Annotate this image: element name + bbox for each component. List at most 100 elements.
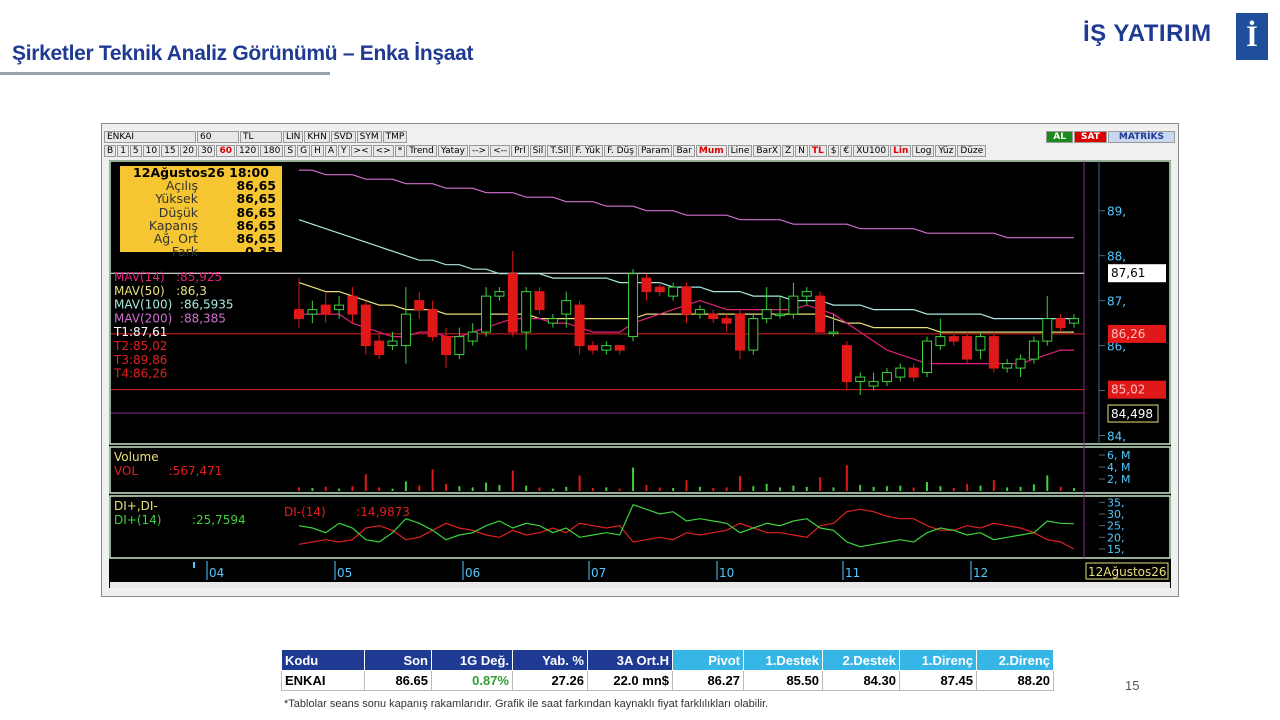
di-plus-line xyxy=(298,503,1075,548)
toolbar2-btn-20[interactable]: --> xyxy=(469,145,490,157)
toolbar-btn-7[interactable]: TMP xyxy=(382,131,408,143)
toolbar-btn-1[interactable]: 60 xyxy=(197,131,239,143)
page-number: 15 xyxy=(1125,678,1140,693)
legend-t2: T2:85,02 xyxy=(113,339,167,353)
time-label: 05 xyxy=(337,566,352,580)
toolbar2-btn-36[interactable]: € xyxy=(840,145,853,157)
ohlc-info-box: 12Ağustos26 18:00 Açılış 86,65 Yüksek 86,65… xyxy=(120,166,282,258)
toolbar2-btn-37[interactable]: XU100 xyxy=(853,145,890,157)
toolbar2-btn-4[interactable]: 15 xyxy=(161,145,179,157)
toolbar2-btn-23[interactable]: Sil xyxy=(529,145,547,157)
toolbar2-btn-6[interactable]: 30 xyxy=(198,145,216,157)
al-button[interactable]: AL xyxy=(1046,131,1073,143)
table-header: Yab. % xyxy=(512,649,588,671)
table-header: 3A Ort.H xyxy=(587,649,673,671)
toolbar2-btn-21[interactable]: <-- xyxy=(490,145,511,157)
matriks-chart-window: ENKAI 60 TL LIN KHN SVD SYM TMP AL SAT MATRİKS B15… xyxy=(101,123,1179,597)
toolbar2-btn-3[interactable]: 10 xyxy=(142,145,161,157)
toolbar2-btn-34[interactable]: TL xyxy=(808,145,827,157)
sat-button[interactable]: SAT xyxy=(1074,131,1107,143)
toolbar2-btn-32[interactable]: Z xyxy=(781,145,795,157)
price-tick-label: 87, xyxy=(1107,295,1126,309)
candle-body xyxy=(1002,363,1013,369)
candle-body xyxy=(494,291,505,297)
time-label: 06 xyxy=(465,566,480,580)
toolbar2-btn-15[interactable]: >< xyxy=(350,145,372,157)
toolbar2-btn-22[interactable]: Prl xyxy=(511,145,529,157)
toolbar2-btn-31[interactable]: BarX xyxy=(753,145,781,157)
mav200-line xyxy=(299,169,1074,239)
toolbar2-btn-14[interactable]: Y xyxy=(338,145,350,157)
toolbar2-btn-16[interactable]: <> xyxy=(372,145,394,157)
toolbar2-btn-0[interactable]: B xyxy=(104,145,117,157)
toolbar2-btn-40[interactable]: Yüz xyxy=(935,145,957,157)
toolbar-btn-3[interactable]: LIN xyxy=(283,131,304,143)
toolbar-btn-2[interactable]: TL xyxy=(240,131,282,143)
toolbar2-btn-17[interactable]: * xyxy=(394,145,406,157)
price-tick-label: 88, xyxy=(1107,250,1126,264)
toolbar2-btn-8[interactable]: 120 xyxy=(236,145,260,157)
toolbar2-btn-30[interactable]: Line xyxy=(727,145,753,157)
toolbar2-btn-19[interactable]: Yatay xyxy=(437,145,469,157)
toolbar-btn-4[interactable]: KHN xyxy=(304,131,330,143)
toolbar2-btn-7[interactable]: 60 xyxy=(216,145,235,157)
toolbar-btn-5[interactable]: SVD xyxy=(330,131,356,143)
candle-body xyxy=(855,376,866,383)
candle-body xyxy=(775,313,786,317)
toolbar2-btn-39[interactable]: Log xyxy=(912,145,935,157)
toolbar-btn-6[interactable]: SYM xyxy=(356,131,382,143)
toolbar2-btn-12[interactable]: H xyxy=(311,145,324,157)
toolbar2-btn-9[interactable]: 180 xyxy=(260,145,284,157)
info-value: 86,65 xyxy=(236,191,276,207)
toolbar2-btn-25[interactable]: F. Yük xyxy=(572,145,604,157)
toolbar-btn-0[interactable]: ENKAI xyxy=(104,131,196,143)
t2-price-tag: 85,02 xyxy=(1111,383,1145,397)
toolbar2-btn-33[interactable]: N xyxy=(795,145,808,157)
di-minus-value: DI-(14) :14,9873 xyxy=(284,505,410,519)
toolbar2-btn-28[interactable]: Bar xyxy=(673,145,695,157)
chart-toolbar-bottom: B 1 5 10 15 20 30 60 120 180 S G H A Y >< <> * Trend Yatay -… xyxy=(104,145,1176,157)
scrollbar-track[interactable] xyxy=(110,582,1170,588)
candle-body xyxy=(601,345,612,351)
toolbar2-btn-10[interactable]: S xyxy=(284,145,297,157)
toolbar2-btn-35[interactable]: $ xyxy=(827,145,840,157)
info-value: 0,35 xyxy=(245,244,276,260)
time-label: 10 xyxy=(719,566,734,580)
table-header: 2.Direnç xyxy=(976,649,1054,671)
toolbar2-btn-1[interactable]: 1 xyxy=(117,145,129,157)
toolbar2-btn-41[interactable]: Düze xyxy=(957,145,987,157)
toolbar2-btn-27[interactable]: Param xyxy=(637,145,673,157)
toolbar2-btn-13[interactable]: A xyxy=(324,145,338,157)
candle-body xyxy=(294,309,304,320)
chart-area[interactable]: 89,88,87,86,85,84,87,6186,2685,0284,498M… xyxy=(109,160,1171,588)
time-label: 04 xyxy=(209,566,224,580)
candle-body xyxy=(481,295,492,333)
toolbar2-btn-26[interactable]: F. Düş xyxy=(604,145,637,157)
candle-body xyxy=(908,367,919,378)
candle-body xyxy=(307,309,318,315)
di-minus-line xyxy=(298,508,1075,550)
table-header: Pivot xyxy=(672,649,744,671)
toolbar2-btn-5[interactable]: 20 xyxy=(179,145,198,157)
low-price-tag: 84,498 xyxy=(1111,407,1153,421)
toolbar2-btn-29[interactable]: Mum xyxy=(695,145,727,157)
toolbar2-btn-11[interactable]: G xyxy=(297,145,311,157)
toolbar2-btn-18[interactable]: Trend xyxy=(406,145,437,157)
toolbar2-btn-24[interactable]: T.Sil xyxy=(547,145,572,157)
toolbar2-btn-38[interactable]: Lin xyxy=(890,145,912,157)
table-cell: 87.45 xyxy=(899,670,977,691)
toolbar2-btn-2[interactable]: 5 xyxy=(129,145,142,157)
legend-t1: T1:87,61 xyxy=(113,325,167,339)
candle-body xyxy=(1015,358,1026,369)
matriks-brand[interactable]: MATRİKS xyxy=(1107,131,1175,143)
candle-body xyxy=(521,291,532,333)
candle-body xyxy=(467,331,478,342)
candle-body xyxy=(734,313,745,351)
is-yatirim-logo-icon: İ xyxy=(1236,13,1268,60)
candle-body xyxy=(534,291,545,311)
candle-body xyxy=(414,300,425,311)
candle-body xyxy=(628,273,639,338)
candle-body xyxy=(694,309,705,315)
current-time-label: 12Ağustos26 xyxy=(1088,565,1167,579)
